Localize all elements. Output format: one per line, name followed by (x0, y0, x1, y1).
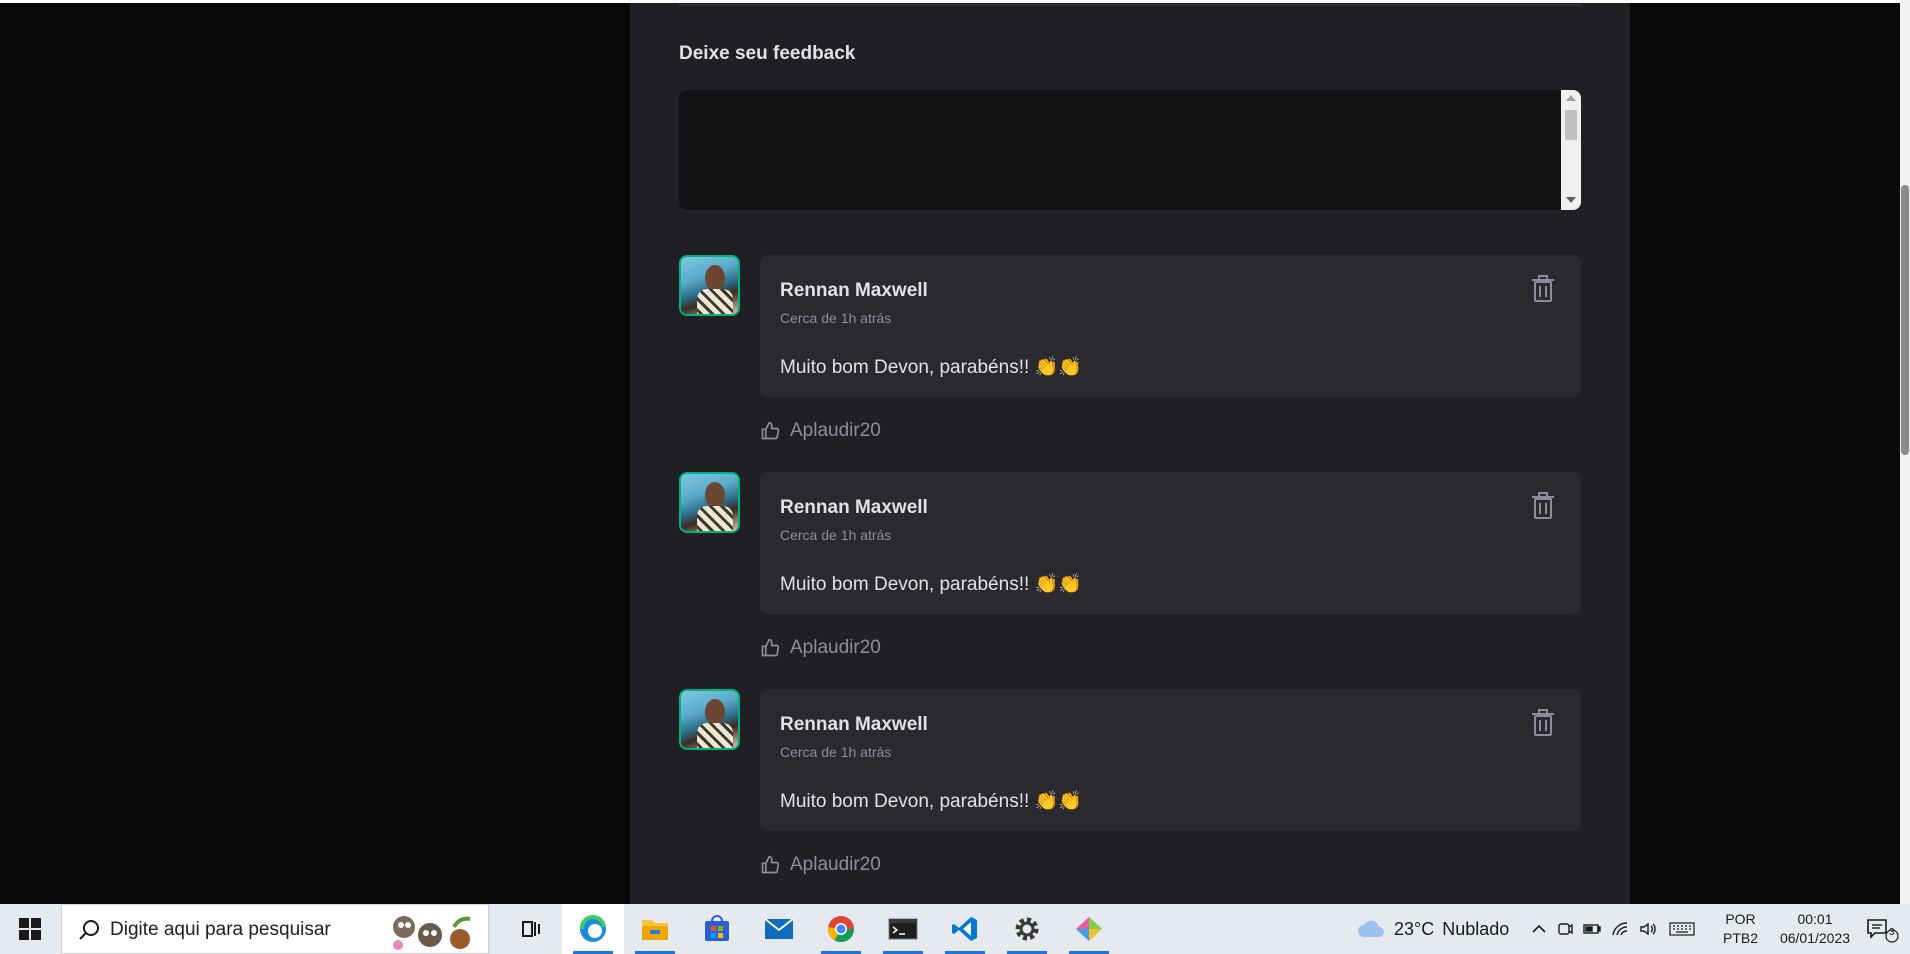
comment-time: Cerca de 1h atrás (780, 744, 892, 760)
applaud-button[interactable]: Aplaudir20 (760, 634, 881, 662)
terminal-button[interactable] (872, 904, 934, 954)
comment: Rennan Maxwell Cerca de 1h atrás Muito b… (676, 469, 1581, 672)
chrome-button[interactable] (810, 904, 872, 954)
comment-author: Rennan Maxwell (780, 497, 928, 518)
input-language[interactable]: POR PTB2 (1723, 910, 1758, 948)
start-button[interactable] (0, 904, 60, 954)
avatar[interactable] (676, 469, 743, 536)
feedback-form (679, 90, 1581, 210)
divider (679, 4, 1581, 6)
lang-code: POR (1725, 911, 1756, 927)
page-scrollbar[interactable] (1900, 0, 1910, 904)
clock-date: 06/01/2023 (1779, 930, 1851, 946)
weather-temp: 23°C (1394, 918, 1435, 939)
applaud-button[interactable]: Aplaudir20 (760, 851, 881, 879)
notification-center-button[interactable]: 3 (1866, 917, 1900, 948)
battery-icon[interactable] (1583, 921, 1601, 937)
comment: Rennan Maxwell Cerca de 1h atrás Muito b… (676, 252, 1581, 455)
task-view-button[interactable] (500, 904, 562, 954)
store-icon (705, 915, 729, 941)
vscode-icon (952, 917, 977, 941)
volume-icon[interactable] (1639, 921, 1659, 937)
thumbs-up-icon (761, 638, 780, 657)
applaud-label: Aplaudir (790, 637, 860, 658)
git-client-icon (1076, 917, 1102, 941)
chevron-up-icon[interactable] (1531, 921, 1547, 937)
comment-content: Muito bom Devon, parabéns!! 👏👏 (780, 357, 1082, 378)
keyboard-layout: PTB2 (1723, 930, 1759, 946)
comment-author: Rennan Maxwell (780, 280, 928, 301)
edge-button[interactable] (562, 904, 624, 954)
scroll-up-arrow-icon[interactable] (1566, 95, 1576, 101)
comment-time: Cerca de 1h atrás (780, 527, 892, 543)
store-button[interactable] (686, 904, 748, 954)
cloud-icon (1358, 920, 1384, 937)
feedback-title: Deixe seu feedback (679, 43, 856, 64)
page-scroll-thumb[interactable] (1901, 185, 1909, 455)
vscode-button[interactable] (934, 904, 996, 954)
comment-author: Rennan Maxwell (780, 714, 928, 735)
edge-icon (579, 914, 606, 942)
browser-viewport: Deixe seu feedback Rennan Maxwell Cerca … (0, 0, 1910, 904)
avatar[interactable] (676, 252, 743, 319)
applaud-count: 20 (859, 420, 881, 441)
trash-icon[interactable] (1531, 709, 1555, 737)
comment-content: Muito bom Devon, parabéns!! 👏👏 (780, 574, 1082, 595)
clock[interactable]: 00:01 06/01/2023 (1770, 910, 1860, 948)
settings-button[interactable] (996, 904, 1058, 954)
thumbs-up-icon (761, 855, 780, 874)
feedback-textarea[interactable] (679, 90, 1559, 210)
weather-desc: Nublado (1442, 918, 1510, 939)
comment: Rennan Maxwell Cerca de 1h atrás Muito b… (676, 686, 1581, 889)
avatar[interactable] (676, 686, 743, 753)
thumbs-up-icon (761, 421, 780, 440)
meet-now-icon[interactable] (1557, 921, 1573, 937)
taskbar: Digite aqui para pesquisar 23°C Nublado … (0, 904, 1910, 954)
applaud-label: Aplaudir (790, 854, 860, 875)
file-explorer-button[interactable] (624, 904, 686, 954)
comment-box: Rennan Maxwell Cerca de 1h atrás Muito b… (760, 472, 1581, 614)
comment-content: Muito bom Devon, parabéns!! 👏👏 (780, 791, 1082, 812)
applaud-count: 20 (859, 637, 881, 658)
taskbar-apps (500, 904, 1120, 954)
tray-icons (1531, 921, 1695, 937)
comment-box: Rennan Maxwell Cerca de 1h atrás Muito b… (760, 255, 1581, 397)
search-highlight-illustration-icon (393, 916, 471, 950)
taskbar-search[interactable]: Digite aqui para pesquisar (61, 904, 489, 954)
weather-widget[interactable]: 23°C Nublado (1356, 919, 1509, 940)
terminal-icon (888, 918, 918, 940)
folder-icon (642, 920, 668, 940)
applaud-button[interactable]: Aplaudir20 (760, 417, 881, 445)
trash-icon[interactable] (1531, 275, 1555, 303)
scroll-thumb[interactable] (1565, 110, 1577, 140)
windows-logo-icon (19, 918, 41, 940)
comment-box: Rennan Maxwell Cerca de 1h atrás Muito b… (760, 689, 1581, 831)
mail-button[interactable] (748, 904, 810, 954)
git-client-button[interactable] (1058, 904, 1120, 954)
keyboard-icon[interactable] (1669, 921, 1695, 937)
search-placeholder: Digite aqui para pesquisar (110, 919, 331, 940)
applaud-label: Aplaudir (790, 420, 860, 441)
trash-icon[interactable] (1531, 492, 1555, 520)
scroll-down-arrow-icon[interactable] (1566, 197, 1576, 203)
notification-count: 3 (1889, 927, 1895, 938)
search-icon (79, 920, 99, 940)
clock-time: 00:01 (1797, 911, 1833, 927)
comment-time: Cerca de 1h atrás (780, 310, 892, 326)
wifi-icon[interactable] (1611, 921, 1629, 937)
textarea-scrollbar[interactable] (1561, 90, 1581, 210)
gear-icon (1015, 917, 1039, 941)
system-tray: 23°C Nublado POR PTB2 00:01 06/01/2023 (1350, 904, 1850, 954)
chrome-icon (827, 916, 855, 943)
applaud-count: 20 (859, 854, 881, 875)
task-view-icon (522, 921, 540, 937)
mail-icon (764, 918, 794, 939)
